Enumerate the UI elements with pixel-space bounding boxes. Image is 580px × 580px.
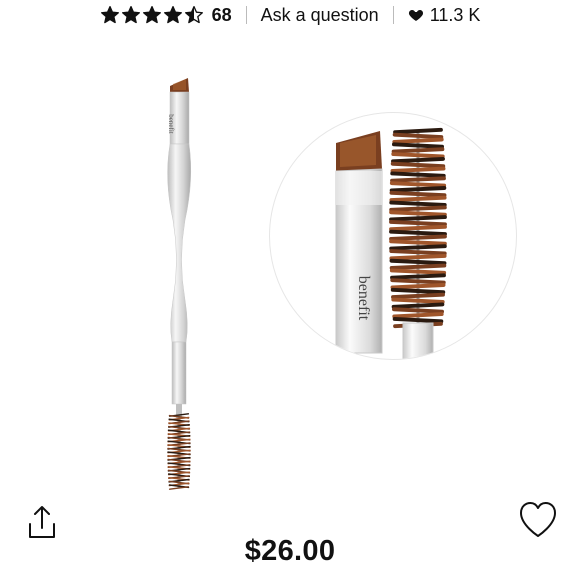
loves-count: 11.3 K xyxy=(408,4,481,26)
svg-text:benefit: benefit xyxy=(167,114,175,133)
product-image-gallery[interactable]: benefit benefit xyxy=(0,32,580,502)
heart-outline-icon[interactable] xyxy=(517,500,559,540)
star-icon xyxy=(184,6,203,24)
rating-stars[interactable] xyxy=(100,5,204,25)
product-price: $26.00 xyxy=(244,535,336,567)
divider xyxy=(392,6,394,24)
product-image-brush: benefit xyxy=(167,78,192,490)
product-detail-zoom-image: benefit xyxy=(269,112,517,360)
star-icon xyxy=(121,6,140,24)
heart-filled-icon xyxy=(408,10,423,21)
product-rating-bar: 68 Ask a question 11.3 K xyxy=(0,0,580,30)
svg-text:benefit: benefit xyxy=(355,276,372,321)
star-icon xyxy=(142,6,161,24)
star-icon xyxy=(163,6,182,24)
loves-count-label: 11.3 K xyxy=(429,4,481,25)
star-icon xyxy=(100,6,119,24)
ask-question-link[interactable]: Ask a question xyxy=(261,5,379,26)
divider xyxy=(245,6,247,24)
review-count[interactable]: 68 xyxy=(212,5,232,26)
